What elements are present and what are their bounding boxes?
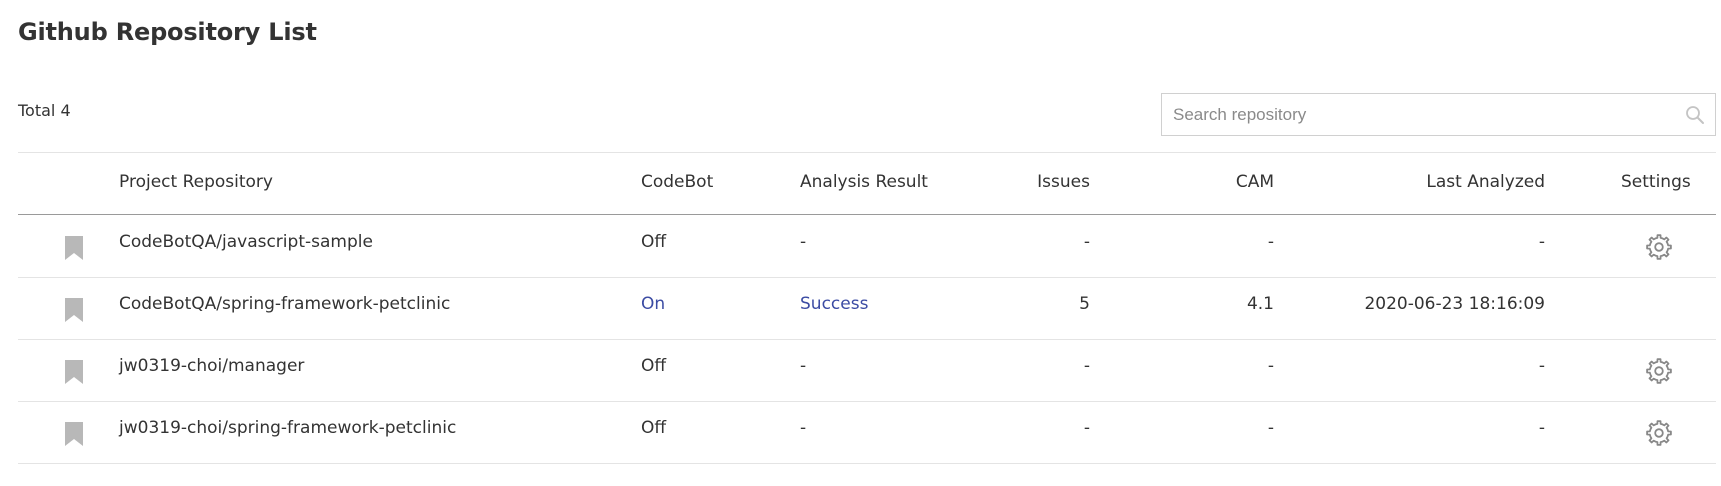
last-analyzed: - bbox=[1538, 232, 1545, 252]
cam-value: - bbox=[1267, 418, 1274, 438]
bookmark-icon[interactable] bbox=[64, 359, 84, 385]
total-count: Total 4 bbox=[18, 101, 71, 120]
column-header-analysis-result: Analysis Result bbox=[800, 172, 928, 192]
column-header-codebot: CodeBot bbox=[641, 172, 714, 192]
column-header-issues: Issues bbox=[1037, 172, 1090, 192]
last-analyzed: - bbox=[1538, 418, 1545, 438]
table-row[interactable]: CodeBotQA/javascript-sample Off - - - - bbox=[18, 215, 1716, 278]
analysis-result[interactable]: Success bbox=[800, 294, 868, 314]
column-header-cam: CAM bbox=[1235, 172, 1274, 192]
search-icon[interactable] bbox=[1685, 105, 1705, 125]
analysis-result: - bbox=[800, 232, 807, 252]
issues-count: 5 bbox=[1079, 294, 1090, 314]
gear-icon[interactable] bbox=[1645, 233, 1673, 261]
cam-value: 4.1 bbox=[1246, 294, 1274, 314]
issues-count: - bbox=[1083, 356, 1090, 376]
issues-count: - bbox=[1083, 418, 1090, 438]
column-header-settings: Settings bbox=[1621, 172, 1691, 192]
search-input[interactable] bbox=[1162, 94, 1715, 135]
table-header: Project Repository CodeBot Analysis Resu… bbox=[18, 153, 1716, 215]
issues-count: - bbox=[1083, 232, 1090, 252]
cam-value: - bbox=[1267, 356, 1274, 376]
repository-name[interactable]: jw0319-choi/spring-framework-petclinic bbox=[119, 418, 456, 438]
table-row[interactable]: jw0319-choi/manager Off - - - - bbox=[18, 339, 1716, 402]
page-title: Github Repository List bbox=[18, 18, 317, 46]
gear-icon[interactable] bbox=[1645, 419, 1673, 447]
codebot-status: Off bbox=[641, 356, 667, 376]
cam-value: - bbox=[1267, 232, 1274, 252]
bookmark-icon[interactable] bbox=[64, 421, 84, 447]
analysis-result: - bbox=[800, 418, 807, 438]
analysis-result: - bbox=[800, 356, 807, 376]
codebot-status: Off bbox=[641, 418, 667, 438]
table-row[interactable]: jw0319-choi/spring-framework-petclinic Of… bbox=[18, 401, 1716, 464]
gear-icon[interactable] bbox=[1645, 357, 1673, 385]
search-box bbox=[1161, 93, 1716, 136]
table-row[interactable]: CodeBotQA/spring-framework-petclinic On Su… bbox=[18, 277, 1716, 340]
last-analyzed: 2020-06-23 18:16:09 bbox=[1364, 294, 1545, 314]
codebot-status[interactable]: On bbox=[641, 294, 665, 314]
repository-name[interactable]: jw0319-choi/manager bbox=[119, 356, 304, 376]
repository-name[interactable]: CodeBotQA/spring-framework-petclinic bbox=[119, 294, 450, 314]
repository-name[interactable]: CodeBotQA/javascript-sample bbox=[119, 232, 373, 252]
bookmark-icon[interactable] bbox=[64, 297, 84, 323]
repository-list-page: Github Repository List Total 4 Project R… bbox=[0, 0, 1721, 486]
last-analyzed: - bbox=[1538, 356, 1545, 376]
bookmark-icon[interactable] bbox=[64, 235, 84, 261]
codebot-status: Off bbox=[641, 232, 667, 252]
column-header-repository: Project Repository bbox=[119, 172, 273, 192]
column-header-last-analyzed: Last Analyzed bbox=[1426, 172, 1545, 192]
